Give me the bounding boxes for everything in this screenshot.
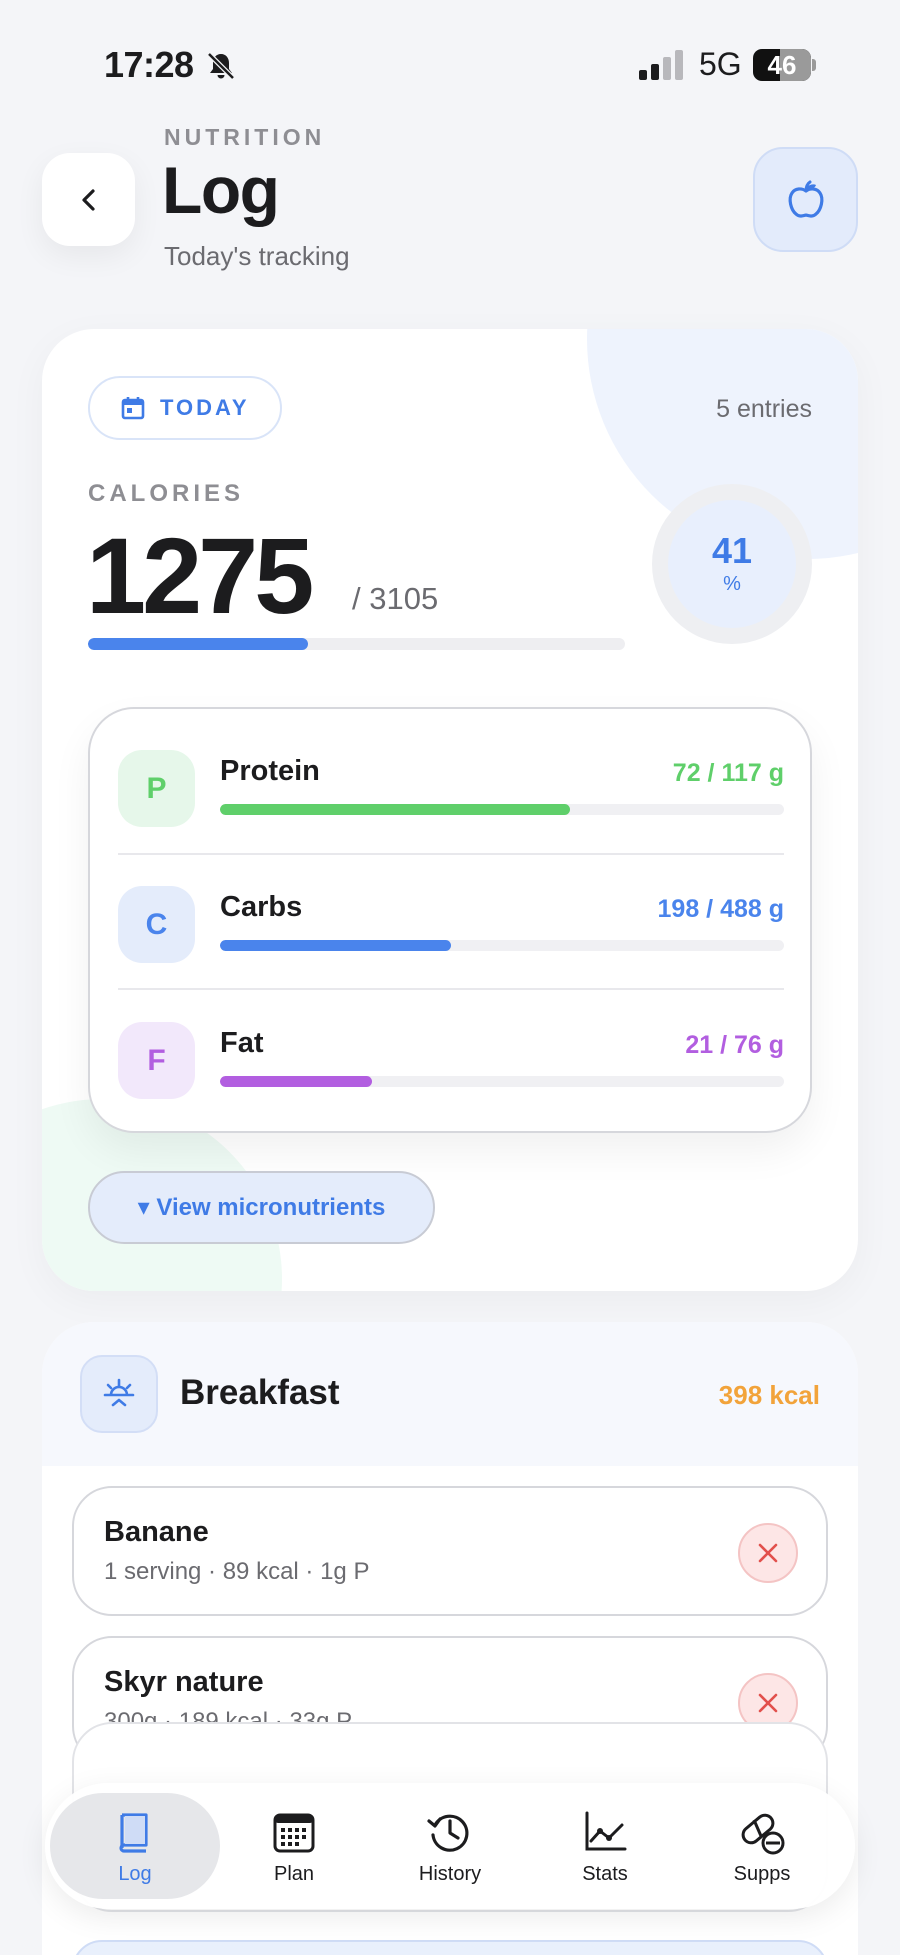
status-bar: 17:28 5G 46 <box>0 0 900 130</box>
macro-row-fat: F Fat 21 / 76 g <box>118 1015 784 1115</box>
macro-badge: F <box>118 1022 195 1099</box>
nutrition-action-button[interactable] <box>753 147 858 252</box>
network-label: 5G <box>699 46 742 82</box>
macro-badge: P <box>118 750 195 827</box>
history-icon <box>427 1814 469 1852</box>
page-subtitle: Today's tracking <box>164 241 350 271</box>
macro-row-carbs: C Carbs 198 / 488 g <box>118 879 784 979</box>
sunrise-icon <box>80 1355 158 1433</box>
ring-percent-value: 41 <box>711 529 753 571</box>
signal-icon <box>639 50 683 80</box>
calories-goal: / 3105 <box>352 581 439 616</box>
battery-level: 46 <box>767 50 797 80</box>
ring-percent-unit: % <box>723 572 741 595</box>
page-title: Log <box>162 153 280 227</box>
date-selector-chip[interactable]: TODAY <box>88 376 282 440</box>
macro-name: Fat <box>220 1027 264 1059</box>
tab-history[interactable]: History <box>365 1793 535 1899</box>
chart-icon <box>585 1811 627 1850</box>
macro-progress-bar <box>220 804 784 815</box>
calories-progress-ring: 41 % <box>652 484 812 644</box>
macro-row-protein: P Protein 72 / 117 g <box>118 743 784 843</box>
tab-supps[interactable]: Supps <box>677 1793 847 1899</box>
meal-header[interactable]: Breakfast 398 kcal <box>42 1322 858 1466</box>
chevron-left-icon <box>81 188 95 211</box>
macro-amount: 198 / 488 g <box>657 895 784 923</box>
macros-panel: P Protein 72 / 117 g C Carbs 198 / 488 g… <box>88 707 812 1133</box>
date-chip-label: TODAY <box>160 395 250 420</box>
tab-label: Plan <box>273 1862 315 1885</box>
close-icon <box>758 1693 778 1713</box>
next-card-partially-hidden <box>72 1940 828 1955</box>
macro-amount: 72 / 117 g <box>672 759 784 787</box>
calories-progress-bar <box>88 638 625 650</box>
tab-label: Supps <box>733 1862 791 1885</box>
tab-stats[interactable]: Stats <box>520 1793 690 1899</box>
header-eyebrow: NUTRITION <box>164 124 326 150</box>
entries-count: 5 entries <box>716 395 812 423</box>
battery-indicator: 46 <box>753 49 816 81</box>
book-icon <box>119 1812 148 1853</box>
macro-name: Protein <box>220 755 320 787</box>
tab-label: History <box>418 1862 482 1885</box>
calories-value: 1275 <box>86 515 314 636</box>
divider <box>118 853 784 855</box>
daily-summary-card: TODAY 5 entries CALORIES 1275 / 3105 41 … <box>42 329 858 1291</box>
tab-log[interactable]: Log <box>50 1793 220 1899</box>
meal-title: Breakfast <box>180 1373 340 1412</box>
calendar-icon <box>121 397 145 420</box>
divider <box>118 988 784 990</box>
pill-icon <box>741 1813 785 1854</box>
food-meta: 1 serving · 89 kcal · 1g P <box>104 1558 370 1585</box>
meal-kcal: 398 kcal <box>718 1380 820 1410</box>
macro-amount: 21 / 76 g <box>685 1031 784 1059</box>
bottom-tab-bar: Log Plan History Stats Supps <box>45 1783 855 1909</box>
food-item[interactable]: Banane 1 serving · 89 kcal · 1g P <box>72 1486 828 1616</box>
macro-badge: C <box>118 886 195 963</box>
view-micronutrients-button[interactable]: ▾ View micronutrients <box>88 1171 435 1244</box>
apple-icon <box>788 180 823 218</box>
macro-progress-bar <box>220 1076 784 1087</box>
macro-name: Carbs <box>220 891 303 923</box>
tab-plan[interactable]: Plan <box>209 1793 379 1899</box>
remove-food-button[interactable] <box>738 1523 798 1583</box>
bell-muted-icon <box>207 52 235 80</box>
status-time: 17:28 <box>104 44 194 85</box>
close-icon <box>758 1543 778 1563</box>
macro-progress-bar <box>220 940 784 951</box>
food-name: Banane <box>104 1516 209 1548</box>
tab-label: Log <box>118 1862 152 1885</box>
calendar-icon <box>273 1813 315 1852</box>
food-name: Skyr nature <box>104 1666 264 1698</box>
back-button[interactable] <box>42 153 135 246</box>
calories-label: CALORIES <box>88 480 245 507</box>
tab-label: Stats <box>582 1862 628 1885</box>
